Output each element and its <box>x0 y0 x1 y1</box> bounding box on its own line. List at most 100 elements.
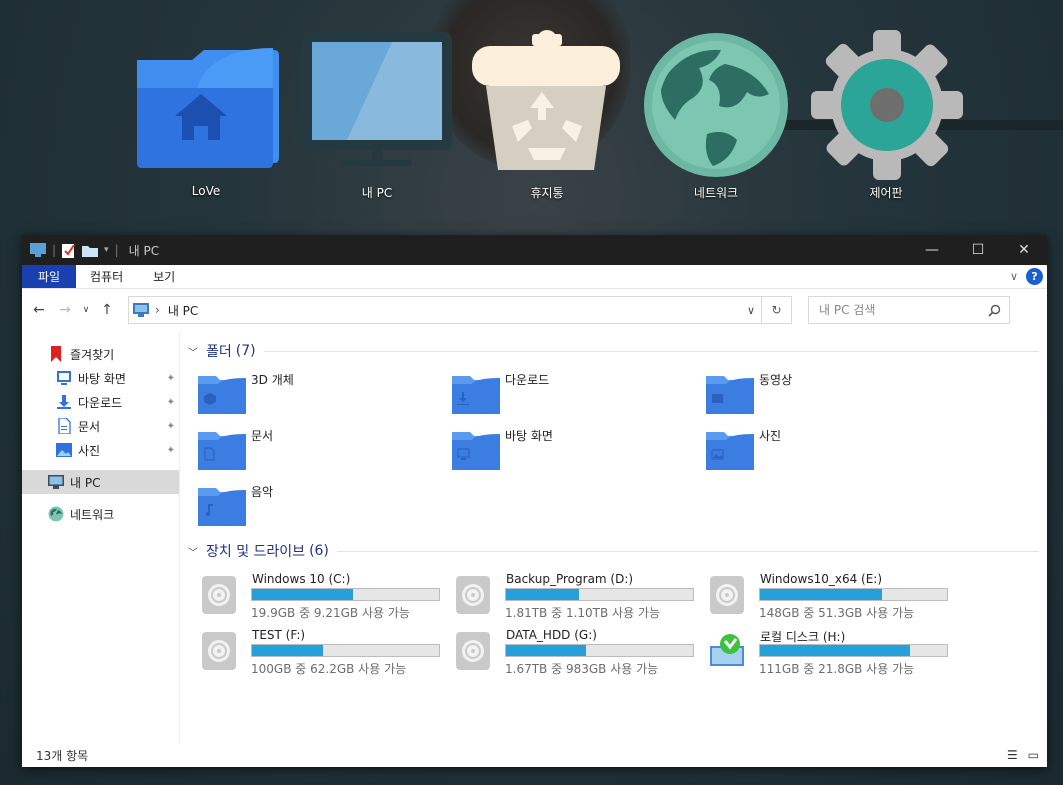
drive-item[interactable]: Windows10_x64 (E:) 148GB 중 51.3GB 사용 가능 <box>696 572 948 622</box>
folder-3d-objects[interactable]: 3D 개체 <box>188 368 428 420</box>
address-dropdown-icon[interactable]: ∨ <box>747 304 755 317</box>
drive-space: 1.81TB 중 1.10TB 사용 가능 <box>505 606 661 620</box>
pin-icon: ✦ <box>166 444 175 456</box>
desktop-icon-control-panel[interactable]: 제어판 <box>811 30 963 202</box>
back-button[interactable]: ← <box>28 302 50 318</box>
chevron-down-icon[interactable]: ﹀ <box>188 344 202 359</box>
search-input[interactable] <box>819 303 979 317</box>
folder-name: 사진 <box>759 429 782 443</box>
drive-name: Windows 10 (C:) <box>252 572 351 586</box>
separator: | <box>114 243 119 257</box>
desktop-icon-recycle-bin[interactable]: 휴지통 <box>472 30 622 202</box>
folder-desktop[interactable]: 바탕 화면 <box>442 424 682 476</box>
hard-drive-icon <box>202 632 236 670</box>
drive-usage-fill <box>760 589 882 600</box>
drive-item[interactable]: 로컬 디스크 (H:) 111GB 중 21.8GB 사용 가능 <box>696 628 948 678</box>
search-box[interactable] <box>808 296 1010 324</box>
video-icon <box>706 376 754 414</box>
pin-icon: ✦ <box>166 420 175 432</box>
music-icon <box>198 488 246 526</box>
folder-name: 다운로드 <box>505 373 550 387</box>
drive-usage-bar <box>505 588 694 601</box>
group-title: 장치 및 드라이브 <box>206 544 306 560</box>
gear-icon <box>811 30 963 180</box>
new-folder-icon[interactable] <box>82 244 99 257</box>
refresh-button[interactable]: ↻ <box>761 297 791 323</box>
recycle-bin-icon <box>472 30 620 170</box>
nav-favorites[interactable]: 즐겨찾기 <box>22 342 179 366</box>
group-header-folders[interactable]: ﹀ 폴더 (7) <box>188 340 1047 362</box>
tab-file[interactable]: 파일 <box>22 265 76 288</box>
group-header-drives[interactable]: ﹀ 장치 및 드라이브 (6) <box>188 540 1047 562</box>
nav-pictures[interactable]: 사진 ✦ <box>22 438 179 462</box>
drive-item[interactable]: Backup_Program (D:) 1.81TB 중 1.10TB 사용 가능 <box>442 572 694 622</box>
drive-name: Windows10_x64 (E:) <box>760 572 883 586</box>
item-count: 13개 항목 <box>36 748 89 763</box>
title-bar[interactable]: | ▾ | 내 PC — ☐ ✕ <box>22 235 1047 265</box>
download-icon <box>57 395 71 409</box>
folder-music[interactable]: 음악 <box>188 480 428 532</box>
folder-downloads[interactable]: 다운로드 <box>442 368 682 420</box>
desktop-icon-label: LoVe <box>191 184 221 198</box>
nav-downloads[interactable]: 다운로드 ✦ <box>22 390 179 414</box>
customize-quick-access-icon[interactable]: ▾ <box>104 245 109 255</box>
drive-item[interactable]: DATA_HDD (G:) 1.67TB 중 983GB 사용 가능 <box>442 628 694 678</box>
bookmark-icon <box>51 346 61 362</box>
details-view-icon[interactable]: ☰ <box>1007 748 1018 762</box>
drive-item[interactable]: TEST (F:) 100GB 중 62.2GB 사용 가능 <box>188 628 440 678</box>
large-icons-view-icon[interactable]: ▭ <box>1028 748 1039 762</box>
monitor-icon <box>30 243 46 257</box>
hard-drive-icon <box>456 632 490 670</box>
expand-ribbon-icon[interactable]: ∨ <box>1010 270 1018 283</box>
desktop-icon <box>57 371 71 385</box>
hard-drive-icon <box>202 576 236 614</box>
drive-name: 로컬 디스크 (H:) <box>760 630 846 644</box>
nav-this-pc[interactable]: 내 PC <box>22 470 179 494</box>
maximize-button[interactable]: ☐ <box>955 235 1001 265</box>
drive-space: 100GB 중 62.2GB 사용 가능 <box>251 662 407 676</box>
minimize-button[interactable]: — <box>909 235 955 265</box>
close-button[interactable]: ✕ <box>1001 235 1047 265</box>
up-button[interactable]: ↑ <box>96 302 118 318</box>
forward-button[interactable]: → <box>54 302 76 318</box>
chevron-down-icon[interactable]: ﹀ <box>188 544 202 559</box>
desktop-icon-label: 내 PC <box>361 186 393 200</box>
desktop-icon <box>452 432 500 470</box>
folder-list: 3D 개체 다운로드 동영상 문서 바탕 화면 사진 음악 <box>188 362 1047 538</box>
drive-usage-fill <box>506 589 579 600</box>
drive-name: TEST (F:) <box>252 628 306 642</box>
nav-desktop[interactable]: 바탕 화면 ✦ <box>22 366 179 390</box>
drive-space: 111GB 중 21.8GB 사용 가능 <box>759 662 915 676</box>
address-row: ← → ∨ ↑ › 내 PC ∨ ↻ <box>22 289 1047 331</box>
tab-computer[interactable]: 컴퓨터 <box>76 265 137 288</box>
search-icon[interactable] <box>988 304 1001 317</box>
nav-network[interactable]: 네트워크 <box>22 502 179 526</box>
folder-videos[interactable]: 동영상 <box>696 368 936 420</box>
folder-documents[interactable]: 문서 <box>188 424 428 476</box>
desktop-icon-this-pc[interactable]: 내 PC <box>302 30 452 202</box>
desktop-icon-label: 제어판 <box>869 186 903 200</box>
folder-name: 동영상 <box>759 373 793 387</box>
nav-documents[interactable]: 문서 ✦ <box>22 414 179 438</box>
ribbon-tabs: 파일 컴퓨터 보기 ∨ ? <box>22 265 1047 289</box>
nav-label: 사진 <box>78 443 101 458</box>
drive-usage-fill <box>252 645 324 656</box>
address-bar[interactable]: › 내 PC ∨ ↻ <box>128 296 792 324</box>
drive-space: 1.67TB 중 983GB 사용 가능 <box>505 662 659 676</box>
group-title: 폴더 <box>206 344 232 360</box>
desktop-icon-love[interactable]: LoVe <box>131 30 281 202</box>
recent-locations-button[interactable]: ∨ <box>80 305 92 315</box>
monitor-icon <box>302 32 452 166</box>
breadcrumb-separator[interactable]: › <box>155 303 160 317</box>
navigation-pane: 즐겨찾기 바탕 화면 ✦ 다운로드 ✦ 문서 ✦ 사진 ✦ 내 PC 네트워크 <box>22 332 180 743</box>
properties-icon[interactable] <box>62 242 76 258</box>
nav-label: 바탕 화면 <box>78 371 126 386</box>
drive-item[interactable]: Windows 10 (C:) 19.9GB 중 9.21GB 사용 가능 <box>188 572 440 622</box>
tab-view[interactable]: 보기 <box>137 265 191 288</box>
desktop-icon-network[interactable]: 네트워크 <box>641 30 791 202</box>
drive-usage-bar <box>251 644 440 657</box>
breadcrumb[interactable]: 내 PC <box>168 302 198 319</box>
drive-name: DATA_HDD (G:) <box>506 628 597 642</box>
help-icon[interactable]: ? <box>1026 268 1043 285</box>
folder-pictures[interactable]: 사진 <box>696 424 936 476</box>
